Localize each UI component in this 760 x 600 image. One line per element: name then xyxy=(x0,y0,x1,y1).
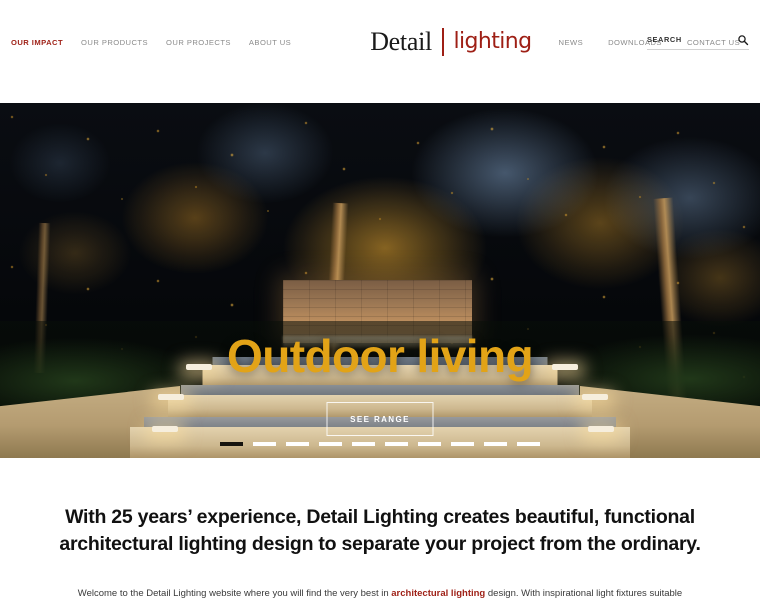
intro-section: With 25 years’ experience, Detail Lighti… xyxy=(0,458,760,600)
logo-divider xyxy=(441,28,444,56)
carousel-indicator-9[interactable] xyxy=(484,442,507,446)
carousel-indicators xyxy=(220,442,540,446)
step-light-fixture xyxy=(588,426,614,432)
site-logo[interactable]: Detail lighting xyxy=(370,27,533,56)
logo-secondary-text: lighting xyxy=(453,29,533,54)
carousel-indicator-2[interactable] xyxy=(253,442,276,446)
nav-item-our-products[interactable]: OUR PRODUCTS xyxy=(81,38,148,47)
carousel-indicator-1[interactable] xyxy=(220,442,243,446)
hero-carousel: Outdoor living SEE RANGE xyxy=(0,103,760,458)
carousel-indicator-7[interactable] xyxy=(418,442,441,446)
carousel-indicator-5[interactable] xyxy=(352,442,375,446)
primary-navigation: OUR IMPACT OUR PRODUCTS OUR PROJECTS ABO… xyxy=(0,27,760,56)
nav-item-our-projects[interactable]: OUR PROJECTS xyxy=(166,38,231,47)
carousel-indicator-4[interactable] xyxy=(319,442,342,446)
intro-body-after: design. With inspirational light fixture… xyxy=(485,587,683,599)
intro-heading: With 25 years’ experience, Detail Lighti… xyxy=(59,506,701,555)
see-range-button[interactable]: SEE RANGE xyxy=(326,402,434,436)
nav-item-news[interactable]: NEWS xyxy=(559,38,584,47)
nav-item-about-us[interactable]: ABOUT US xyxy=(249,38,291,47)
intro-body: Welcome to the Detail Lighting website w… xyxy=(35,586,725,600)
nav-item-our-impact[interactable]: OUR IMPACT xyxy=(11,38,63,47)
search-box[interactable] xyxy=(647,30,749,50)
carousel-indicator-10[interactable] xyxy=(517,442,540,446)
site-header: OUR IMPACT OUR PRODUCTS OUR PROJECTS ABO… xyxy=(0,0,760,103)
carousel-indicator-8[interactable] xyxy=(451,442,474,446)
nav-left-group: OUR IMPACT OUR PRODUCTS OUR PROJECTS ABO… xyxy=(0,38,291,47)
search-icon[interactable] xyxy=(737,34,749,46)
step-light-fixture xyxy=(158,394,184,400)
step-light-fixture xyxy=(152,426,178,432)
architectural-lighting-link[interactable]: architectural lighting xyxy=(391,588,485,599)
carousel-indicator-3[interactable] xyxy=(286,442,309,446)
step-light-fixture xyxy=(582,394,608,400)
search-input[interactable] xyxy=(647,35,719,44)
carousel-indicator-6[interactable] xyxy=(385,442,408,446)
intro-body-before: Welcome to the Detail Lighting website w… xyxy=(77,587,392,599)
logo-primary-text: Detail xyxy=(370,27,432,56)
hero-title: Outdoor living xyxy=(227,330,534,382)
